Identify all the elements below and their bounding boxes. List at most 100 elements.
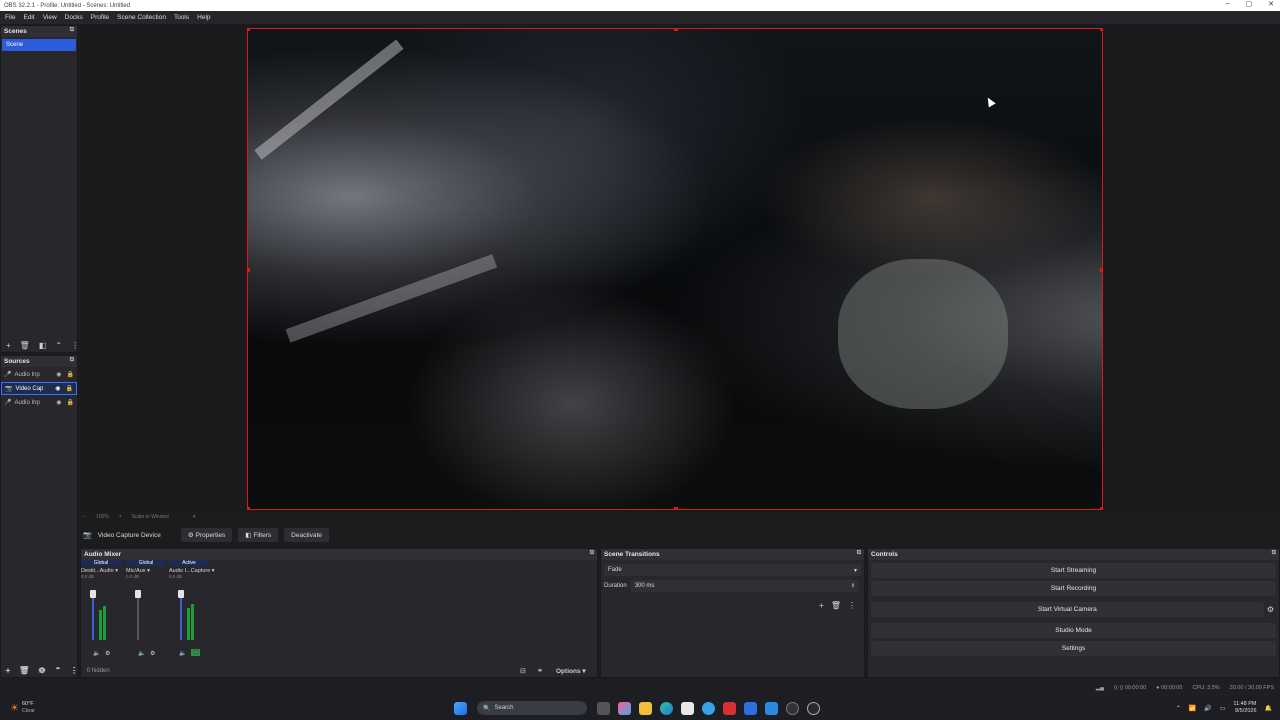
notification-icon[interactable]: 🔔 (1265, 705, 1272, 712)
volume-knob[interactable] (178, 590, 184, 598)
gear-icon[interactable]: ⚙ (150, 650, 155, 657)
source-item-audio-2[interactable]: 🎤 Audio Inp ◉ 🔒 (1, 396, 77, 409)
mail-icon[interactable] (765, 701, 778, 715)
more-icon[interactable]: ⋮ (71, 341, 79, 350)
volume-icon[interactable]: 🔊 (1204, 705, 1211, 712)
trash-icon[interactable]: 🗑 (19, 666, 29, 675)
add-icon[interactable]: + (819, 601, 824, 610)
trash-icon[interactable]: 🗑 (831, 601, 841, 610)
start-streaming-button[interactable]: Start Streaming (871, 563, 1276, 578)
gear-icon[interactable]: ⚙ (1267, 605, 1274, 614)
obs-icon[interactable] (807, 701, 820, 715)
resize-handle[interactable] (248, 507, 250, 509)
weather-widget[interactable]: ☀ 60°F Clear (10, 701, 450, 715)
speaker-icon[interactable]: 🔈 (179, 650, 186, 657)
resize-handle[interactable] (248, 29, 250, 31)
resize-handle[interactable] (1100, 268, 1102, 272)
filters-button[interactable]: ◧ Filters (238, 528, 279, 542)
channel-volume: 0.0 dB (169, 574, 183, 579)
eye-icon[interactable]: ◉ (55, 385, 60, 392)
windows-start-icon[interactable] (454, 701, 467, 715)
undock-icon[interactable]: ⧉ (857, 550, 861, 557)
copilot-icon[interactable] (618, 701, 631, 715)
layout-icon[interactable]: ⊟ (520, 667, 526, 675)
menu-docks[interactable]: Docks (65, 14, 83, 21)
more-icon[interactable]: ⋮ (70, 666, 78, 675)
undock-icon[interactable]: ⧉ (70, 357, 74, 364)
microphone-icon: 🎤 (4, 400, 12, 406)
menu-scene-collection[interactable]: Scene Collection (117, 14, 166, 21)
deactivate-button[interactable]: Deactivate (284, 528, 329, 542)
chevron-up-icon[interactable]: ⌃ (55, 341, 62, 350)
spinner-icon[interactable]: ⇕ (851, 583, 855, 589)
menu-file[interactable]: File (5, 14, 15, 21)
close-icon[interactable]: ✕ (1268, 0, 1274, 8)
start-recording-button[interactable]: Start Recording (871, 581, 1276, 596)
sources-dock: Sources ⧉ 🎤 Audio Inp ◉ 🔒 📷 Video Cap ◉ 🔒 … (0, 355, 79, 678)
resize-handle[interactable] (674, 29, 678, 31)
undock-icon[interactable]: ⧉ (1272, 550, 1276, 557)
start-virtual-camera-button[interactable]: Start Virtual Camera (871, 602, 1264, 617)
menu-help[interactable]: Help (197, 14, 210, 21)
source-item-video[interactable]: 📷 Video Cap ◉ 🔒 (1, 382, 77, 395)
menu-edit[interactable]: Edit (23, 14, 34, 21)
battery-icon[interactable]: ▭ (1220, 705, 1226, 712)
studio-mode-button[interactable]: Studio Mode (871, 623, 1276, 638)
zoom-in-icon[interactable]: + (119, 514, 122, 520)
resize-handle[interactable] (1100, 507, 1102, 509)
options-button[interactable]: Options ▾ (556, 667, 586, 675)
clock-date: 8/5/2026 (1235, 708, 1257, 714)
transition-select[interactable]: Fade ▾ (604, 564, 861, 576)
resize-handle[interactable] (674, 507, 678, 509)
minimize-icon[interactable]: – (1226, 0, 1230, 8)
help-icon[interactable] (702, 701, 715, 715)
volume-knob[interactable] (135, 590, 141, 598)
headphones-icon[interactable]: 🎧 (191, 649, 201, 656)
video-preview[interactable] (247, 28, 1103, 510)
muted-speaker-icon[interactable]: 🔈 (138, 650, 145, 657)
zoom-out-icon[interactable]: − (83, 514, 86, 520)
clock[interactable]: 11:48 PM 8/5/2026 (1233, 701, 1256, 715)
scale-mode[interactable]: Scale to Window (132, 514, 169, 520)
volume-knob[interactable] (90, 590, 96, 598)
chevron-down-icon[interactable]: ▾ (193, 514, 196, 520)
store-icon[interactable] (681, 701, 694, 715)
lock-icon[interactable]: 🔒 (67, 371, 74, 378)
file-explorer-icon[interactable] (639, 701, 652, 715)
undock-icon[interactable]: ⧉ (70, 27, 74, 34)
media-player-icon[interactable] (786, 701, 799, 715)
source-item-audio-1[interactable]: 🎤 Audio Inp ◉ 🔒 (1, 368, 77, 381)
download-app-icon[interactable] (744, 701, 757, 715)
lock-icon[interactable]: 🔒 (66, 385, 73, 392)
add-icon[interactable]: + (5, 666, 10, 675)
scene-item[interactable]: Scene (2, 39, 76, 51)
gear-icon[interactable]: ⚙ (38, 666, 45, 675)
link-icon[interactable]: ⚭ (537, 667, 543, 675)
resize-handle[interactable] (248, 268, 250, 272)
eye-icon[interactable]: ◉ (56, 399, 61, 406)
chevron-up-icon[interactable]: ⌃ (1176, 705, 1181, 712)
add-icon[interactable]: + (6, 341, 11, 350)
eye-icon[interactable]: ◉ (56, 371, 61, 378)
duration-input[interactable]: 300 ms ⇕ (630, 580, 858, 592)
resize-handle[interactable] (1100, 29, 1102, 31)
properties-button[interactable]: ⚙ Properties (180, 528, 233, 542)
chevron-up-icon[interactable]: ⌃ (54, 666, 61, 675)
edge-icon[interactable] (660, 701, 673, 715)
lock-icon[interactable]: 🔒 (67, 399, 74, 406)
undock-icon[interactable]: ⧉ (590, 550, 594, 557)
gear-icon[interactable]: ⚙ (105, 650, 110, 657)
maximize-icon[interactable]: ▢ (1246, 0, 1253, 8)
network-icon[interactable]: 📶 (1189, 705, 1196, 712)
settings-button[interactable]: Settings (871, 641, 1276, 656)
menu-view[interactable]: View (43, 14, 57, 21)
menu-tools[interactable]: Tools (174, 14, 189, 21)
task-view-icon[interactable] (597, 701, 610, 715)
trash-icon[interactable]: 🗑 (20, 341, 30, 350)
menu-profile[interactable]: Profile (91, 14, 109, 21)
taskbar-search[interactable]: 🔍 Search (477, 701, 587, 715)
filter-icon[interactable]: ◧ (39, 341, 47, 350)
speaker-icon[interactable]: 🔈 (93, 650, 100, 657)
security-icon[interactable] (723, 701, 736, 715)
more-icon[interactable]: ⋮ (848, 601, 856, 610)
